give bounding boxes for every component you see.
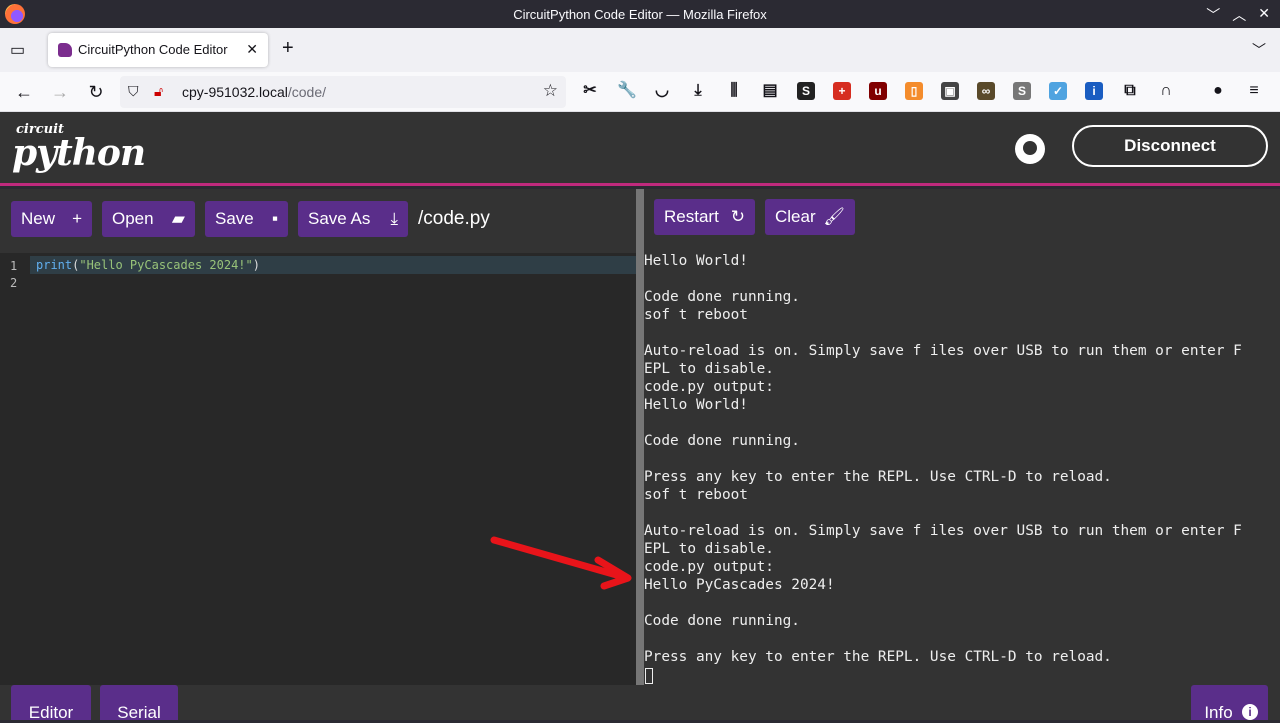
serial-line: Code done running. [644, 613, 800, 629]
serial-line: EPL to disable. [644, 361, 774, 377]
puzzle-icon[interactable]: ⧉ [1121, 82, 1139, 100]
new-tab-icon[interactable]: + [282, 37, 294, 60]
pane-resize-handle[interactable] [636, 189, 644, 685]
trash-ext-icon[interactable]: ▯ [905, 82, 923, 100]
tab-editor[interactable]: Editor [11, 685, 91, 722]
serial-line: Hello World! [644, 253, 748, 269]
serial-line: Auto-reload is on. Simply save f iles ov… [644, 343, 1242, 359]
clear-button[interactable]: Clear 🖌︎ [765, 199, 855, 235]
current-filename: /code.py [418, 208, 490, 229]
circuitpython-favicon-icon [58, 43, 72, 57]
back-icon[interactable]: ← [12, 80, 36, 104]
tab-label: CircuitPython Code Editor [78, 42, 228, 57]
close-window-button[interactable]: ✕ [1258, 5, 1270, 25]
serial-line: Auto-reload is on. Simply save f iles ov… [644, 523, 1242, 539]
pocket-icon[interactable]: ◡ [653, 82, 671, 100]
bottom-tab-bar: Editor Serial Info i [0, 685, 1280, 722]
restart-button[interactable]: Restart ↻ [654, 199, 755, 235]
minimize-button[interactable]: ﹀ [1206, 5, 1220, 25]
serial-line: Code done running. [644, 289, 800, 305]
code-line[interactable]: print("Hello PyCascades 2024!") [36, 258, 260, 272]
serial-line: EPL to disable. [644, 541, 774, 557]
disconnect-button[interactable]: Disconnect [1072, 125, 1268, 167]
serial-line: sof t reboot [644, 307, 748, 323]
save-as-button[interactable]: Save As ⤓ [298, 201, 408, 237]
password-ext-icon[interactable]: i [1085, 82, 1103, 100]
code-editor[interactable]: 1 2 print("Hello PyCascades 2024!") [0, 253, 636, 685]
save-button[interactable]: Save ▪ [205, 201, 288, 237]
serial-line: Press any key to enter the REPL. Use CTR… [644, 649, 1112, 665]
line-number: 1 [10, 259, 18, 273]
shield-icon[interactable]: ⛉ [128, 83, 139, 100]
s-ext-icon[interactable]: S [797, 82, 815, 100]
ublock-icon[interactable]: u [869, 82, 887, 100]
screenshot-ext-icon[interactable]: ✂ [581, 82, 599, 100]
terminal-cursor [645, 668, 653, 684]
library-icon[interactable]: ⫼ [725, 82, 743, 100]
stylus-ext-icon[interactable]: S [1013, 82, 1031, 100]
new-button[interactable]: New + [11, 201, 92, 237]
serial-line: Hello World! [644, 397, 748, 413]
window-title: CircuitPython Code Editor — Mozilla Fire… [513, 7, 767, 22]
glasses-ext-icon[interactable]: ∞ [977, 82, 995, 100]
download-icon: ⤓ [390, 209, 398, 228]
sync-ext-icon[interactable]: ∩ [1157, 82, 1175, 100]
serial-line: code.py output: [644, 379, 774, 395]
line-number: 2 [10, 276, 18, 290]
floppy-icon: ▪ [271, 209, 278, 228]
tab-serial[interactable]: Serial [100, 685, 178, 722]
menu-icon[interactable]: ≡ [1245, 82, 1263, 100]
bookmark-star-icon[interactable]: ☆ [543, 81, 558, 101]
navigation-bar: ← → ↻ ⛉ 🔓︎ cpy-951032.local/code/ ☆ ✂ 🔧 ◡ ⤓… [0, 72, 1280, 112]
download-icon[interactable]: ⤓ [689, 82, 707, 100]
github-icon[interactable] [1015, 134, 1045, 164]
serial-line: Code done running. [644, 433, 800, 449]
plus-ext-icon[interactable]: + [833, 82, 851, 100]
window-titlebar: CircuitPython Code Editor — Mozilla Fire… [0, 0, 1280, 28]
maximize-button[interactable]: ︿ [1232, 5, 1246, 25]
close-tab-icon[interactable]: ✕ [246, 41, 258, 58]
forward-icon[interactable]: → [48, 80, 72, 104]
line-number-gutter: 1 2 [0, 253, 30, 685]
broom-icon: 🖌︎ [823, 207, 845, 226]
serial-line: Press any key to enter the REPL. Use CTR… [644, 469, 1112, 485]
tab-strip: ▭ CircuitPython Code Editor ✕ + ﹀ [0, 28, 1280, 72]
sidebar-icon[interactable]: ▤ [761, 82, 779, 100]
restart-icon: ↻ [730, 207, 745, 226]
folder-open-icon: ▰ [171, 209, 185, 228]
tab-circuitpython[interactable]: CircuitPython Code Editor ✕ [48, 33, 268, 67]
wallet-ext-icon[interactable]: ▣ [941, 82, 959, 100]
info-icon: i [1242, 704, 1258, 720]
url-bar[interactable]: ⛉ 🔓︎ cpy-951032.local/code/ ☆ [120, 76, 566, 108]
open-button[interactable]: Open ▰ [102, 201, 195, 237]
serial-line: code.py output: [644, 559, 774, 575]
check-ext-icon[interactable]: ✓ [1049, 82, 1067, 100]
chevron-down-icon[interactable]: ﹀ [1252, 40, 1266, 60]
firefox-view-icon[interactable]: ▭ [10, 40, 30, 60]
info-button[interactable]: Info i [1191, 685, 1268, 722]
insecure-lock-icon[interactable]: 🔓︎ [154, 83, 163, 100]
serial-line: sof t reboot [644, 487, 748, 503]
annotation-arrow [490, 536, 632, 590]
serial-line: Hello PyCascades 2024! [644, 577, 835, 593]
url-text[interactable]: cpy-951032.local/code/ [182, 84, 326, 100]
reload-icon[interactable]: ↻ [84, 80, 108, 104]
plus-icon: + [72, 209, 82, 228]
profile-ext-icon[interactable]: ● [1209, 82, 1227, 100]
wrench-icon[interactable]: 🔧 [617, 82, 637, 100]
serial-output[interactable]: Hello World! Code done running. sof t rebo… [644, 253, 1280, 685]
